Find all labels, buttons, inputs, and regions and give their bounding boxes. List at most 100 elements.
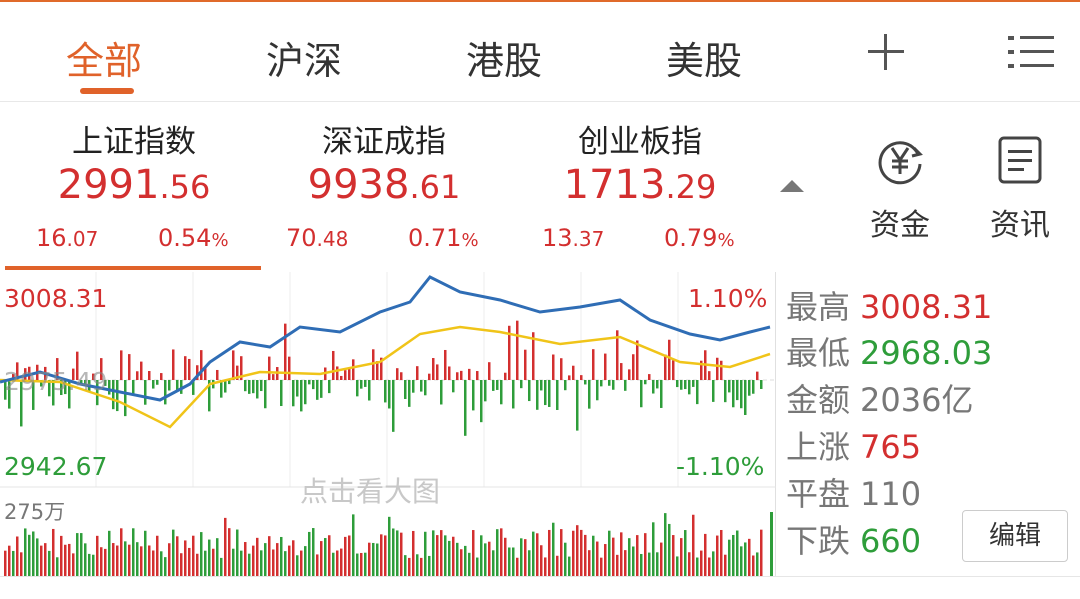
breadth-bar (640, 380, 643, 408)
volume-bar (540, 545, 543, 576)
volume-bar (64, 544, 67, 576)
volume-bar (736, 530, 739, 576)
breadth-bar (152, 380, 155, 389)
volume-bar (624, 550, 627, 576)
breadth-bar (300, 380, 303, 412)
breadth-bar (140, 361, 143, 380)
breadth-bar (512, 380, 515, 409)
volume-bar (572, 530, 575, 576)
view-large-chart-hint[interactable]: 点击看大图 (300, 470, 440, 510)
breadth-bar (516, 320, 519, 380)
breadth-bar (400, 372, 403, 380)
volume-bar (212, 548, 215, 576)
volume-bar (352, 514, 355, 576)
volume-bar (32, 531, 35, 576)
volume-bar (664, 513, 667, 576)
volume-bar (492, 550, 495, 576)
breadth-bar (368, 380, 371, 401)
breadth-bar (724, 380, 727, 403)
volume-bar (164, 557, 167, 576)
tab-us[interactable]: 美股 (666, 30, 742, 85)
volume-bar (512, 547, 515, 576)
breadth-bar (320, 380, 323, 398)
index-percent: 0.54% (158, 224, 229, 252)
tab-shanghai-shenzhen[interactable]: 沪深 (266, 30, 342, 85)
volume-bar (48, 550, 51, 576)
market-tab-bar: 全部 沪深 港股 美股 (0, 2, 1080, 102)
volume-bar (200, 532, 203, 576)
volume-bar (760, 529, 763, 576)
breadth-bar (352, 359, 355, 380)
breadth-bar (252, 380, 255, 394)
volume-bar (204, 550, 207, 576)
breadth-bar (548, 380, 551, 407)
volume-bar (464, 545, 467, 576)
intraday-chart[interactable] (0, 272, 776, 576)
capital-flow-label: 资金 (870, 208, 930, 243)
breadth-bar (176, 380, 179, 390)
breadth-bar (436, 364, 439, 380)
volume-bar (180, 553, 183, 576)
tab-hongkong[interactable]: 港股 (466, 30, 542, 85)
index-card-shanghai[interactable]: 上证指数 2991.56 16.07 0.54% (4, 112, 264, 262)
chart-high-label: 3008.31 (4, 284, 108, 313)
breadth-bar (504, 372, 507, 380)
volume-bar (584, 534, 587, 576)
volume-bar (588, 550, 591, 576)
volume-bar (340, 548, 343, 576)
volume-bar (472, 530, 475, 576)
volume-bar (728, 539, 731, 576)
breadth-bar (132, 380, 135, 395)
breadth-bar (364, 380, 367, 387)
breadth-bar (356, 380, 359, 397)
breadth-bar (460, 370, 463, 380)
volume-bar (108, 530, 111, 576)
index-card-chinext[interactable]: 创业板指 1713.29 13.37 0.79% (510, 112, 770, 262)
collapse-arrow-icon[interactable] (780, 180, 804, 192)
volume-bar (752, 555, 755, 576)
volume-bar (412, 530, 415, 576)
volume-bar (400, 532, 403, 576)
volume-bar (224, 517, 227, 576)
index-card-shenzhen[interactable]: 深证成指 9938.61 70.48 0.71% (254, 112, 514, 262)
volume-bar (80, 533, 83, 576)
volume-bar (396, 530, 399, 576)
volume-bar (208, 539, 211, 576)
volume-bar (476, 557, 479, 576)
index-name: 创业板指 (578, 124, 702, 160)
volume-bar (556, 555, 559, 576)
plus-icon[interactable] (866, 32, 906, 72)
index-change: 70.48 (286, 224, 349, 252)
breadth-bar (164, 380, 167, 405)
breadth-bar (732, 380, 735, 408)
volume-bar (460, 549, 463, 576)
breadth-bar (628, 369, 631, 380)
edit-button[interactable]: 编辑 (962, 510, 1068, 562)
volume-bar (356, 553, 359, 576)
volume-bar (580, 529, 583, 576)
volume-bar (448, 540, 451, 576)
breadth-bar (112, 380, 115, 410)
volume-bar (12, 550, 15, 576)
menu-icon[interactable] (1008, 32, 1054, 72)
chart-low-label: 2942.67 (4, 452, 108, 481)
volume-bar (148, 545, 151, 576)
breadth-bar (304, 380, 307, 405)
volume-bar (552, 522, 555, 576)
breadth-bar (564, 380, 567, 391)
capital-flow-button[interactable]: 资金 (860, 132, 940, 252)
volume-bar (376, 543, 379, 576)
stat-advance: 上涨 765 (786, 428, 922, 466)
news-button[interactable]: 资讯 (980, 132, 1060, 252)
tab-all[interactable]: 全部 (66, 30, 142, 85)
volume-bar (16, 536, 19, 576)
volume-bar (608, 530, 611, 576)
breadth-bar (536, 380, 539, 410)
volume-bar (220, 557, 223, 576)
chart-pct-low-label: -1.10% (676, 452, 765, 481)
breadth-bar (556, 380, 559, 410)
breadth-bar (736, 380, 739, 401)
volume-bar (176, 536, 179, 576)
volume-bar (100, 547, 103, 576)
breadth-bar (312, 380, 315, 390)
